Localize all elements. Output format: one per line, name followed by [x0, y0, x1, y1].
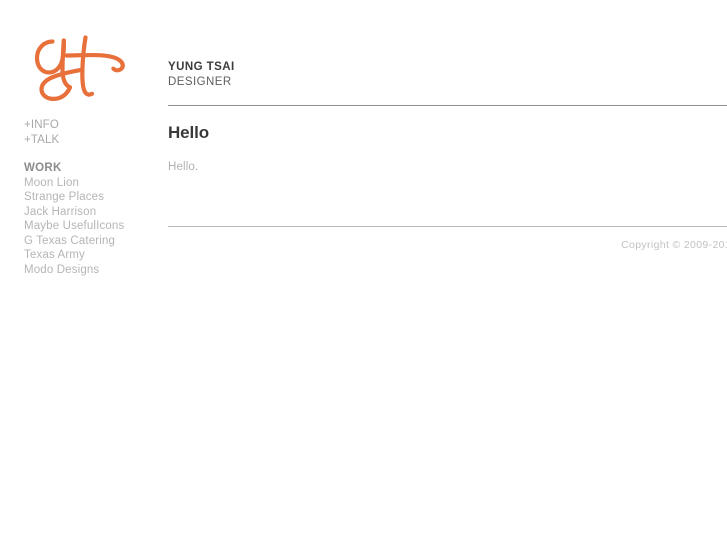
sidebar-item-strange-places[interactable]: Strange Places — [24, 190, 164, 205]
header-divider — [168, 105, 727, 106]
sidebar-item-texas-army[interactable]: Texas Army — [24, 248, 164, 263]
list-item: Jack Harrison — [24, 205, 164, 220]
footer: Copyright © 2009-2011 Yung Tsai — [168, 235, 727, 253]
list-item: Modo Designs — [24, 263, 164, 278]
copyright-text: Copyright © 2009-2011 Yung Tsai — [621, 239, 727, 251]
masthead-name: YUNG TSAI — [168, 61, 235, 73]
site-logo-link[interactable] — [22, 28, 134, 106]
list-item: Strange Places — [24, 190, 164, 205]
main-content: YUNG TSAI DESIGNER Hello Hello. Copyrigh… — [168, 0, 727, 545]
sidebar-link-talk[interactable]: +TALK — [24, 133, 164, 148]
masthead-role: DESIGNER — [168, 76, 232, 88]
sidebar-link-info[interactable]: +INFO — [24, 118, 164, 133]
list-item: Texas Army — [24, 248, 164, 263]
list-item: G Texas Catering — [24, 234, 164, 249]
list-item: Maybe UsefulIcons — [24, 219, 164, 234]
yt-script-monogram-icon — [22, 28, 134, 106]
list-item: Moon Lion — [24, 176, 164, 191]
sidebar-item-g-texas-catering[interactable]: G Texas Catering — [24, 234, 164, 249]
sidebar-item-moon-lion[interactable]: Moon Lion — [24, 176, 164, 191]
article-body: Hello. — [168, 161, 199, 173]
sidebar-item-jack-harrison[interactable]: Jack Harrison — [24, 205, 164, 220]
sidebar-nav: +INFO +TALK WORK Moon Lion Strange Place… — [24, 118, 164, 277]
sidebar-work-list: Moon Lion Strange Places Jack Harrison M… — [24, 176, 164, 278]
masthead: YUNG TSAI DESIGNER — [168, 60, 727, 90]
sidebar: +INFO +TALK WORK Moon Lion Strange Place… — [0, 0, 168, 545]
sidebar-item-maybe-usefulicons[interactable]: Maybe UsefulIcons — [24, 219, 164, 234]
article: Hello Hello. — [168, 122, 727, 175]
page-root: +INFO +TALK WORK Moon Lion Strange Place… — [0, 0, 727, 545]
footer-divider — [168, 226, 727, 227]
page-title: Hello — [168, 123, 210, 142]
sidebar-group-title-work: WORK — [24, 162, 62, 174]
sidebar-item-modo-designs[interactable]: Modo Designs — [24, 263, 164, 278]
